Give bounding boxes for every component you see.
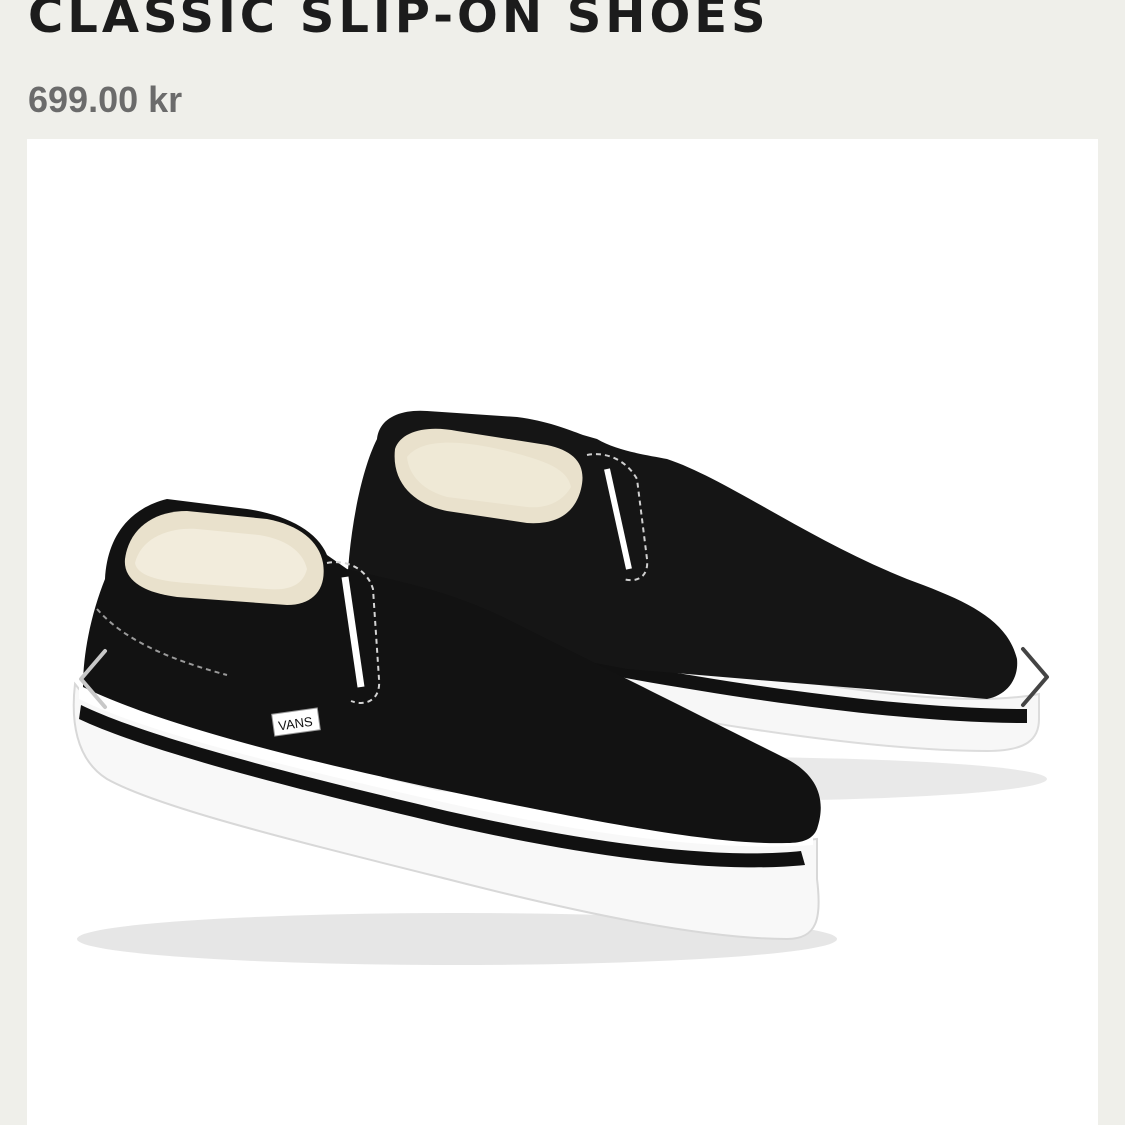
next-image-button[interactable]	[1013, 637, 1061, 717]
product-image: VANS	[72, 410, 1047, 965]
chevron-right-icon	[1021, 647, 1049, 707]
previous-image-button[interactable]	[71, 639, 119, 719]
product-title: CLASSIC SLIP-ON SHOES	[28, 0, 770, 44]
product-page: CLASSIC SLIP-ON SHOES 699.00 kr VANS	[0, 0, 1125, 1125]
product-price: 699.00 kr	[28, 79, 183, 120]
chevron-left-icon	[79, 649, 107, 709]
product-image-gallery[interactable]: VANS	[27, 139, 1098, 1125]
